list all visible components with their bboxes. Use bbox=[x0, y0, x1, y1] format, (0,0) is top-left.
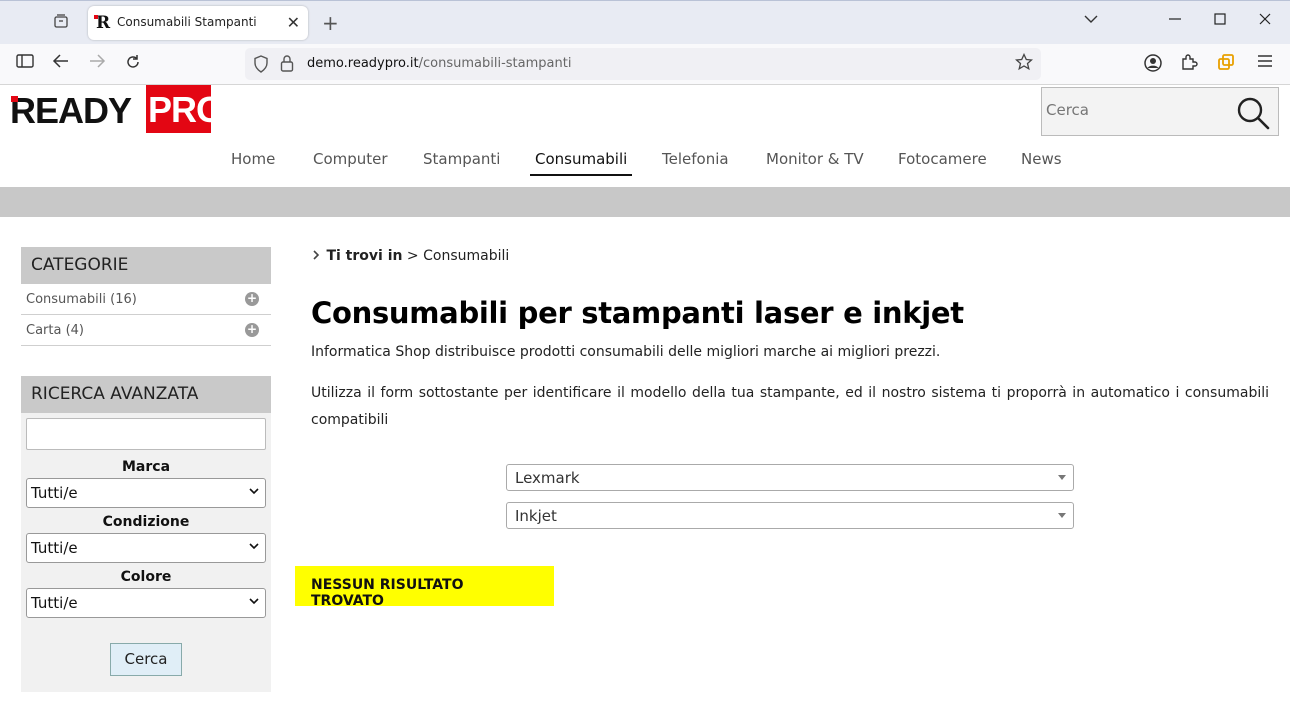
page-title: Consumabili per stampanti laser e inkjet bbox=[311, 296, 964, 330]
printer-type-select-value: Inkjet bbox=[515, 507, 557, 525]
expand-plus-icon[interactable]: + bbox=[245, 323, 259, 337]
categories-title: CATEGORIE bbox=[21, 247, 271, 284]
url-text: demo.readypro.it/consumabili-stampanti bbox=[307, 56, 572, 71]
bookmark-star-icon[interactable] bbox=[1014, 52, 1034, 76]
menu-item-consumabili[interactable]: Consumabili bbox=[530, 150, 633, 176]
instructions-text: Utilizza il form sottostante per identif… bbox=[311, 385, 1269, 428]
condizione-label: Condizione bbox=[102, 514, 190, 530]
back-arrow-icon[interactable] bbox=[49, 53, 73, 73]
website-page: READY PRO Home Computer Stampanti Consum… bbox=[0, 85, 1290, 709]
browser-nav-bar: demo.readypro.it/consumabili-stampanti bbox=[0, 44, 1290, 85]
dropdown-arrow-icon bbox=[1058, 513, 1066, 518]
advanced-search-button[interactable]: Cerca bbox=[110, 643, 182, 676]
colore-select[interactable]: Tutti/e bbox=[26, 588, 266, 618]
advanced-search-title: RICERCA AVANZATA bbox=[21, 376, 271, 413]
tracking-shield-icon[interactable] bbox=[253, 55, 269, 77]
category-item-carta[interactable]: Carta (4) + bbox=[21, 315, 271, 346]
menu-item-computer[interactable]: Computer bbox=[313, 150, 388, 168]
colore-select-value: Tutti/e bbox=[31, 594, 78, 612]
sidebar-toggle-icon[interactable] bbox=[13, 53, 37, 73]
logo-pro-text: PRO bbox=[146, 85, 224, 133]
main-menu: Home Computer Stampanti Consumabili Tele… bbox=[0, 148, 1290, 178]
maximize-icon[interactable] bbox=[1213, 11, 1227, 30]
chevron-down-icon bbox=[248, 540, 260, 555]
condizione-select-value: Tutti/e bbox=[31, 539, 78, 557]
category-label[interactable]: Carta (4) bbox=[26, 323, 84, 338]
readypro-logo[interactable]: READY PRO bbox=[10, 85, 224, 133]
header-divider-bar bbox=[0, 187, 1290, 217]
logo-ready-text: READY bbox=[10, 90, 132, 131]
minimize-icon[interactable] bbox=[1168, 11, 1182, 30]
close-tab-icon[interactable]: ✕ bbox=[287, 13, 300, 32]
breadcrumb-prefix: Ti trovi in bbox=[326, 248, 403, 264]
marca-label: Marca bbox=[121, 459, 171, 475]
address-bar[interactable]: demo.readypro.it/consumabili-stampanti bbox=[245, 48, 1041, 80]
intro-text: Informatica Shop distribuisce prodotti c… bbox=[311, 344, 941, 360]
brand-select-value: Lexmark bbox=[515, 469, 580, 487]
menu-item-fotocamere[interactable]: Fotocamere bbox=[898, 150, 987, 168]
advanced-search-text-input[interactable] bbox=[26, 418, 266, 450]
breadcrumb: Ti trovi in > Consumabili bbox=[312, 248, 509, 264]
list-tabs-chevron-down-icon[interactable] bbox=[1083, 11, 1099, 31]
menu-item-monitor-tv[interactable]: Monitor & TV bbox=[766, 150, 864, 168]
menu-item-home[interactable]: Home bbox=[231, 150, 275, 168]
search-icon[interactable] bbox=[1236, 96, 1270, 130]
extension-orange-icon[interactable] bbox=[1214, 53, 1238, 75]
site-search-input[interactable] bbox=[1046, 101, 1226, 119]
expand-plus-icon[interactable]: + bbox=[245, 292, 259, 306]
marca-select-value: Tutti/e bbox=[31, 484, 78, 502]
no-results-message: NESSUN RISULTATO TROVATO bbox=[295, 566, 554, 609]
forward-arrow-icon[interactable] bbox=[85, 53, 109, 73]
account-icon[interactable] bbox=[1141, 53, 1165, 77]
printer-type-select[interactable]: Inkjet bbox=[506, 502, 1074, 529]
category-label[interactable]: Consumabili (16) bbox=[26, 292, 137, 307]
chevron-down-icon bbox=[248, 485, 260, 500]
browser-tab-active[interactable]: R Consumabili Stampanti ✕ bbox=[88, 6, 308, 40]
window-close-icon[interactable] bbox=[1258, 11, 1272, 30]
categories-box: CATEGORIE Consumabili (16) + Carta (4) + bbox=[21, 247, 271, 346]
site-search-box bbox=[1041, 87, 1279, 136]
menu-item-news[interactable]: News bbox=[1021, 150, 1062, 168]
marca-select[interactable]: Tutti/e bbox=[26, 478, 266, 508]
lock-icon[interactable] bbox=[280, 54, 294, 76]
readypro-favicon-icon: R bbox=[94, 13, 111, 33]
new-tab-icon[interactable]: + bbox=[322, 11, 339, 35]
category-item-consumabili[interactable]: Consumabili (16) + bbox=[21, 284, 271, 315]
brand-select[interactable]: Lexmark bbox=[506, 464, 1074, 491]
chevron-right-icon bbox=[312, 249, 322, 263]
colore-label: Colore bbox=[120, 569, 172, 585]
breadcrumb-separator: > bbox=[406, 248, 419, 264]
menu-item-stampanti[interactable]: Stampanti bbox=[423, 150, 500, 168]
browser-tab-bar: R Consumabili Stampanti ✕ + bbox=[0, 0, 1290, 44]
advanced-search-box: RICERCA AVANZATA Marca Tutti/e Condizion… bbox=[21, 376, 271, 692]
breadcrumb-current[interactable]: Consumabili bbox=[423, 248, 509, 264]
tab-title: Consumabili Stampanti bbox=[117, 15, 257, 29]
chevron-down-icon bbox=[248, 595, 260, 610]
dropdown-arrow-icon bbox=[1058, 475, 1066, 480]
menu-item-telefonia[interactable]: Telefonia bbox=[662, 150, 729, 168]
condizione-select[interactable]: Tutti/e bbox=[26, 533, 266, 563]
hamburger-menu-icon[interactable] bbox=[1253, 53, 1277, 72]
extensions-puzzle-icon[interactable] bbox=[1177, 53, 1201, 75]
tab-overview-icon[interactable] bbox=[52, 13, 70, 31]
reload-icon[interactable] bbox=[121, 53, 145, 75]
